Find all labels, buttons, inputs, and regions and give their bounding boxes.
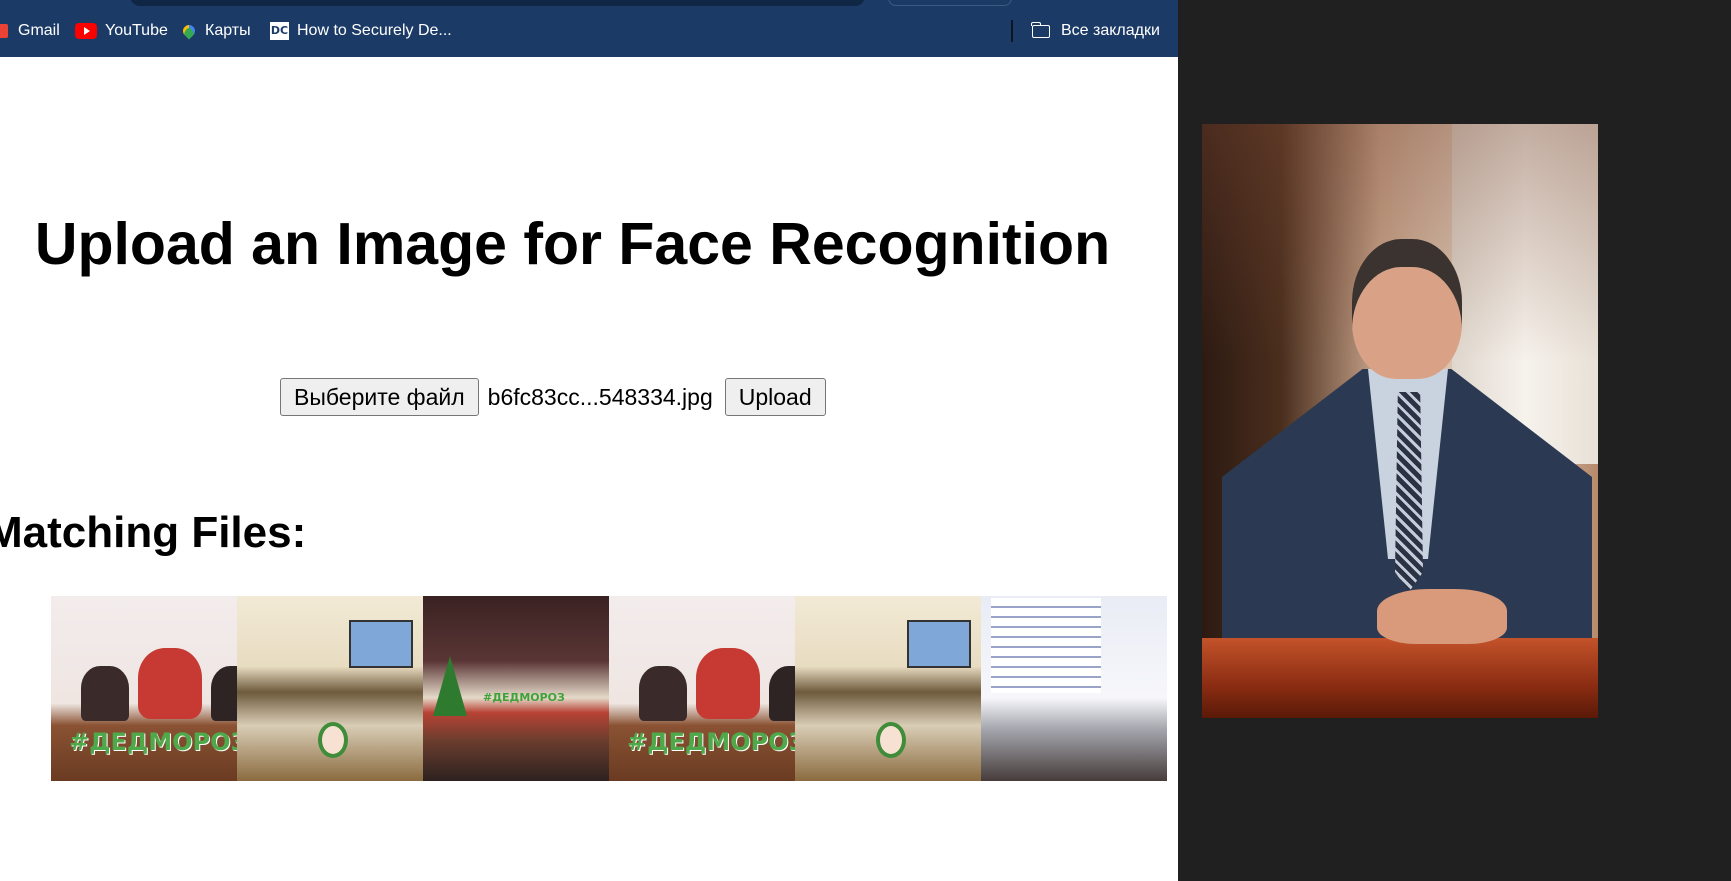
youtube-icon bbox=[75, 23, 97, 39]
profile-button[interactable] bbox=[888, 0, 1012, 6]
matching-file-thumbnail[interactable]: #ДЕДМОРОЗ bbox=[423, 596, 609, 781]
matching-file-thumbnail[interactable]: #ДЕДМОРОЗНТВ bbox=[609, 596, 795, 781]
dc-icon: DC bbox=[270, 22, 289, 40]
thumbnail-overlay-text: #ДЕДМОРОЗ bbox=[483, 691, 565, 704]
matching-file-thumbnail[interactable]: #ДЕДМОРОЗНТВ bbox=[51, 596, 237, 781]
maps-pin-icon bbox=[180, 22, 198, 40]
preview-portrait-image bbox=[1202, 124, 1598, 718]
page-title: Upload an Image for Face Recognition bbox=[34, 211, 1111, 277]
photo-hands bbox=[1377, 589, 1507, 644]
bookmark-label: Gmail bbox=[18, 22, 60, 39]
matching-file-thumbnail[interactable] bbox=[981, 596, 1167, 781]
thumbnail-overlay-text: #ДЕДМОРОЗНТВ bbox=[627, 728, 795, 756]
thumbnail-overlay-text: #ДЕДМОРОЗНТВ bbox=[69, 728, 237, 756]
bookmark-label: How to Securely De... bbox=[297, 22, 452, 39]
photo-tie bbox=[1395, 392, 1423, 592]
address-bar[interactable] bbox=[130, 0, 865, 6]
bookmark-label: YouTube bbox=[105, 22, 168, 39]
upload-button[interactable]: Upload bbox=[724, 378, 826, 416]
upload-form: Выберите файл b6fc83cc...548334.jpg Uplo… bbox=[280, 378, 826, 416]
browser-window: Gmail YouTube Карты DC How to Securely D… bbox=[0, 0, 1178, 881]
selected-file-name: b6fc83cc...548334.jpg bbox=[487, 383, 713, 410]
bookmark-label: Карты bbox=[205, 22, 251, 39]
photo-head bbox=[1352, 239, 1462, 379]
choose-file-button[interactable]: Выберите файл bbox=[280, 378, 479, 416]
gmail-icon bbox=[0, 24, 8, 38]
bookmarks-bar: Gmail YouTube Карты DC How to Securely D… bbox=[0, 0, 1178, 57]
folder-icon bbox=[1031, 21, 1050, 38]
matching-files-heading: Matching Files: bbox=[0, 508, 307, 557]
matching-file-thumbnail[interactable] bbox=[795, 596, 981, 781]
bookmark-youtube[interactable]: YouTube bbox=[75, 20, 168, 42]
matching-files-list: #ДЕДМОРОЗНТВ #ДЕДМОРОЗ #ДЕДМОРОЗНТВ bbox=[51, 596, 1178, 781]
bookmark-maps[interactable]: Карты bbox=[180, 20, 251, 42]
bookmark-how-to-securely[interactable]: DC How to Securely De... bbox=[270, 20, 452, 42]
all-bookmarks-label: Все закладки bbox=[1061, 22, 1160, 39]
photo-desk bbox=[1202, 638, 1598, 718]
all-bookmarks-button[interactable]: Все закладки bbox=[1031, 20, 1160, 42]
bookmarks-separator bbox=[1011, 20, 1013, 42]
matching-file-thumbnail[interactable] bbox=[237, 596, 423, 781]
bookmark-gmail[interactable]: Gmail bbox=[0, 20, 60, 42]
